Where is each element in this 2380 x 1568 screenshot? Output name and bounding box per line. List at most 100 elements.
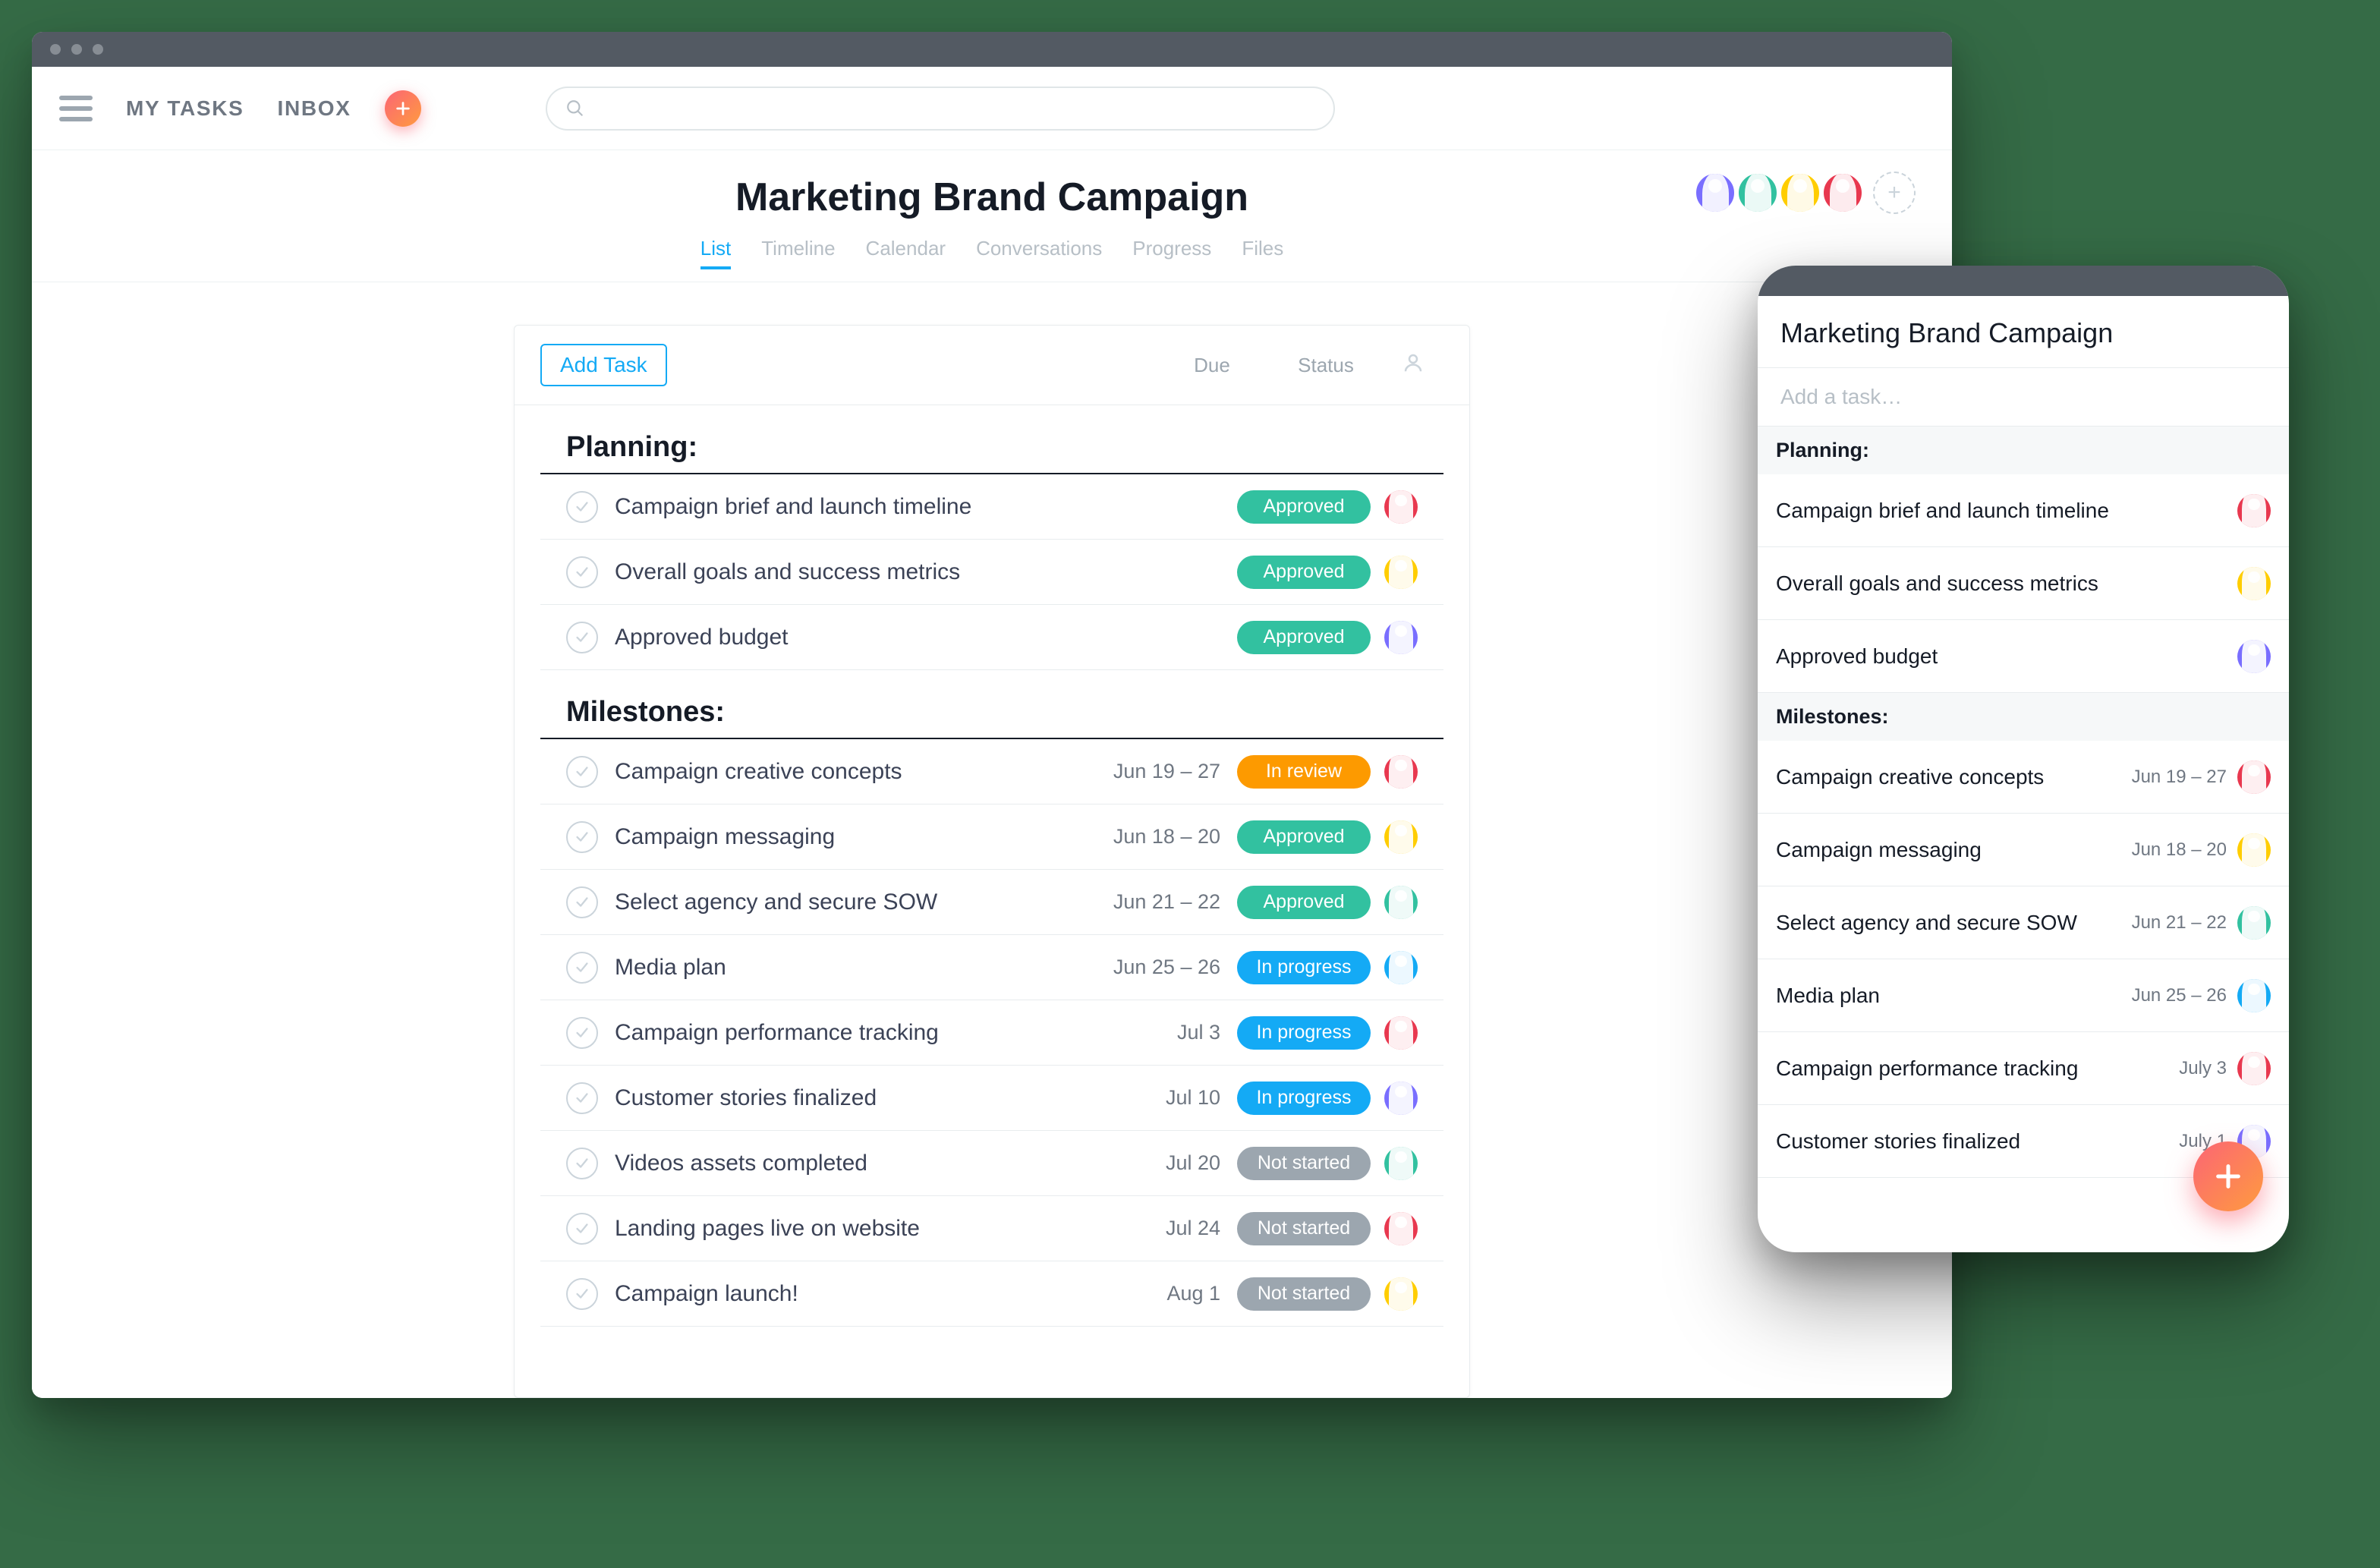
mobile-task-row[interactable]: Campaign messagingJun 18 – 20: [1758, 814, 2289, 886]
mobile-task-row[interactable]: Select agency and secure SOWJun 21 – 22: [1758, 886, 2289, 959]
assignee-avatar[interactable]: [2237, 833, 2271, 867]
assignee-avatar[interactable]: [1384, 951, 1418, 984]
mobile-add-task[interactable]: Add a task…: [1758, 368, 2289, 427]
assignee-avatar[interactable]: [1384, 1212, 1418, 1245]
assignee-avatar[interactable]: [1384, 886, 1418, 919]
assignee-avatar[interactable]: [1384, 490, 1418, 524]
mobile-section-title: Milestones:: [1758, 693, 2289, 741]
task-row[interactable]: Approved budgetApproved: [540, 605, 1443, 670]
complete-checkbox[interactable]: [566, 821, 598, 853]
assignee-avatar[interactable]: [1384, 556, 1418, 589]
assignee-avatar[interactable]: [1384, 820, 1418, 854]
column-status: Status: [1269, 354, 1383, 377]
task-name: Media plan: [615, 955, 1085, 981]
assignee-avatar[interactable]: [1384, 621, 1418, 654]
status-pill[interactable]: Approved: [1237, 886, 1371, 919]
assignee-avatar[interactable]: [2237, 494, 2271, 527]
task-row[interactable]: Campaign brief and launch timelineApprov…: [540, 474, 1443, 540]
task-row[interactable]: Overall goals and success metrics Approve…: [540, 540, 1443, 605]
mobile-title: Marketing Brand Campaign: [1758, 296, 2289, 368]
tab-list[interactable]: List: [700, 237, 731, 269]
task-row[interactable]: Campaign performance trackingJul 3In pro…: [540, 1000, 1443, 1066]
status-pill[interactable]: Not started: [1237, 1277, 1371, 1311]
assignee-avatar[interactable]: [2237, 979, 2271, 1012]
member-avatar[interactable]: [1821, 172, 1864, 214]
assignee-avatar[interactable]: [1384, 1016, 1418, 1050]
task-name: Overall goals and success metrics: [615, 559, 1085, 585]
add-task-button[interactable]: Add Task: [540, 344, 667, 386]
menu-icon[interactable]: [59, 96, 93, 121]
complete-checkbox[interactable]: [566, 491, 598, 523]
complete-checkbox[interactable]: [566, 622, 598, 653]
task-row[interactable]: Campaign messagingJun 18 – 20Approved: [540, 804, 1443, 870]
task-name: Campaign creative concepts: [615, 759, 1085, 785]
mobile-task-name: Campaign performance tracking: [1776, 1056, 2179, 1081]
complete-checkbox[interactable]: [566, 1017, 598, 1049]
assignee-avatar[interactable]: [2237, 567, 2271, 600]
mobile-task-due: July 3: [2179, 1058, 2227, 1079]
tab-timeline[interactable]: Timeline: [761, 237, 835, 269]
mobile-task-row[interactable]: Campaign brief and launch timeline: [1758, 474, 2289, 547]
complete-checkbox[interactable]: [566, 556, 598, 588]
status-pill[interactable]: Not started: [1237, 1212, 1371, 1245]
quick-add-button[interactable]: [385, 90, 421, 127]
mobile-task-row[interactable]: Media planJun 25 – 26: [1758, 959, 2289, 1032]
person-icon: [1402, 351, 1425, 374]
section-title: Milestones:: [540, 688, 1443, 739]
assignee-avatar[interactable]: [1384, 1082, 1418, 1115]
task-row[interactable]: Customer stories finalizedJul 10In progr…: [540, 1066, 1443, 1131]
tab-files[interactable]: Files: [1242, 237, 1283, 269]
search-field[interactable]: [546, 87, 1335, 131]
assignee-avatar[interactable]: [2237, 760, 2271, 794]
complete-checkbox[interactable]: [566, 1213, 598, 1245]
status-pill[interactable]: In progress: [1237, 1016, 1371, 1050]
status-pill[interactable]: In progress: [1237, 951, 1371, 984]
assignee-avatar[interactable]: [2237, 640, 2271, 673]
task-row[interactable]: Videos assets completedJul 20Not started: [540, 1131, 1443, 1196]
complete-checkbox[interactable]: [566, 1148, 598, 1179]
status-pill[interactable]: Approved: [1237, 820, 1371, 854]
complete-checkbox[interactable]: [566, 1082, 598, 1114]
status-pill[interactable]: Approved: [1237, 621, 1371, 654]
assignee-avatar[interactable]: [1384, 1147, 1418, 1180]
task-name: Videos assets completed: [615, 1151, 1085, 1176]
complete-checkbox[interactable]: [566, 886, 598, 918]
mobile-task-name: Customer stories finalized: [1776, 1129, 2179, 1154]
mobile-task-row[interactable]: Approved budget: [1758, 620, 2289, 693]
mobile-task-row[interactable]: Campaign creative conceptsJun 19 – 27: [1758, 741, 2289, 814]
member-avatar[interactable]: [1694, 172, 1736, 214]
assignee-avatar[interactable]: [1384, 1277, 1418, 1311]
task-row[interactable]: Media planJun 25 – 26In progress: [540, 935, 1443, 1000]
status-pill[interactable]: In review: [1237, 755, 1371, 789]
status-pill[interactable]: Not started: [1237, 1147, 1371, 1180]
complete-checkbox[interactable]: [566, 756, 598, 788]
add-member-button[interactable]: +: [1873, 172, 1916, 214]
complete-checkbox[interactable]: [566, 1278, 598, 1310]
nav-inbox[interactable]: INBOX: [278, 96, 351, 121]
complete-checkbox[interactable]: [566, 952, 598, 984]
member-avatar[interactable]: [1779, 172, 1821, 214]
task-row[interactable]: Landing pages live on websiteJul 24Not s…: [540, 1196, 1443, 1261]
window-titlebar: [32, 32, 1952, 67]
status-pill[interactable]: Approved: [1237, 556, 1371, 589]
mobile-task-row[interactable]: Overall goals and success metrics: [1758, 547, 2289, 620]
task-row[interactable]: Campaign creative conceptsJun 19 – 27In …: [540, 739, 1443, 804]
assignee-avatar[interactable]: [2237, 906, 2271, 940]
task-row[interactable]: Select agency and secure SOWJun 21 – 22A…: [540, 870, 1443, 935]
task-row[interactable]: Campaign launch!Aug 1Not started: [540, 1261, 1443, 1327]
status-pill[interactable]: In progress: [1237, 1082, 1371, 1115]
tab-progress[interactable]: Progress: [1132, 237, 1211, 269]
mobile-fab[interactable]: [2193, 1141, 2263, 1211]
search-icon: [565, 99, 585, 118]
mobile-task-row[interactable]: Campaign performance trackingJuly 3: [1758, 1032, 2289, 1105]
window-dot: [93, 44, 103, 55]
member-avatar[interactable]: [1736, 172, 1779, 214]
assignee-avatar[interactable]: [1384, 755, 1418, 789]
nav-my-tasks[interactable]: MY TASKS: [126, 96, 244, 121]
assignee-avatar[interactable]: [2237, 1052, 2271, 1085]
tab-calendar[interactable]: Calendar: [866, 237, 946, 269]
mobile-task-name: Overall goals and success metrics: [1776, 571, 2237, 596]
search-input[interactable]: [597, 96, 1315, 121]
status-pill[interactable]: Approved: [1237, 490, 1371, 524]
tab-conversations[interactable]: Conversations: [976, 237, 1102, 269]
